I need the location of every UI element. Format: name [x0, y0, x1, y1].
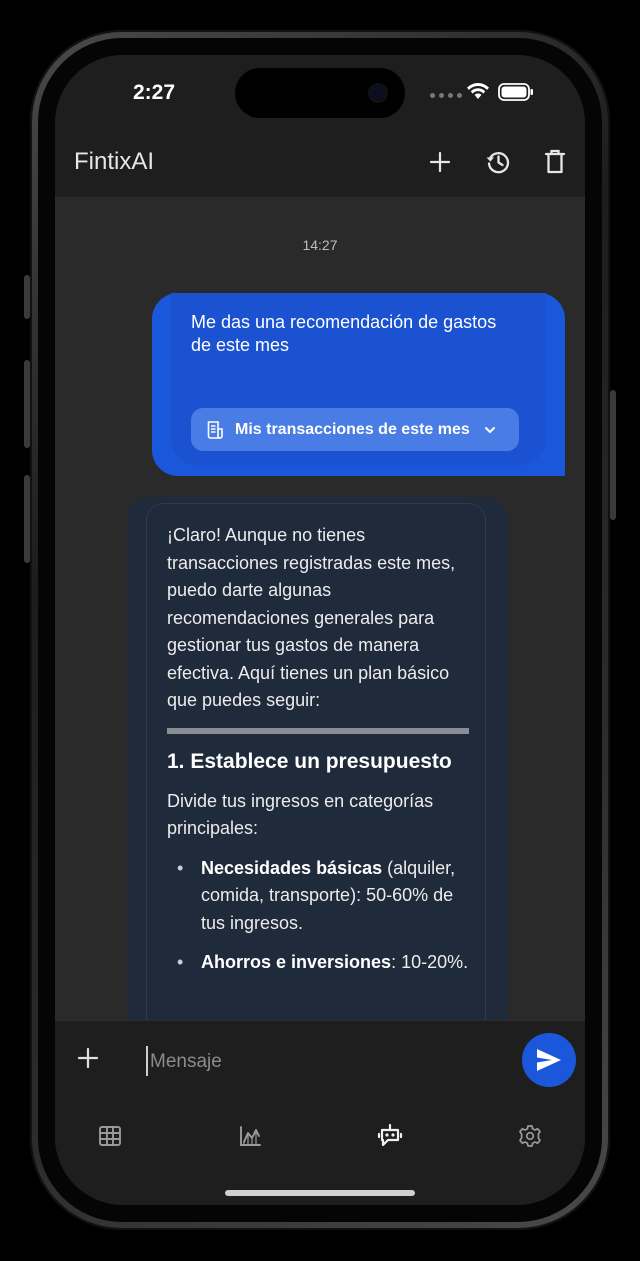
- list-item-bold: Ahorros e inversiones: [201, 952, 392, 972]
- receipt-icon: [207, 420, 223, 439]
- nav-settings-icon[interactable]: [515, 1121, 545, 1151]
- bottom-navigation: [55, 1098, 585, 1205]
- home-indicator[interactable]: [225, 1190, 415, 1196]
- bot-intro-text: ¡Claro! Aunque no tienes transacciones r…: [167, 525, 456, 710]
- transactions-attachment-chip[interactable]: Mis transacciones de este mes: [191, 408, 519, 451]
- bullet-icon: •: [177, 857, 184, 878]
- attachment-label: Mis transacciones de este mes: [235, 420, 470, 438]
- user-message-card: Me das una recomendación de gastos de es…: [171, 293, 546, 465]
- message-input[interactable]: [148, 1043, 512, 1081]
- wifi-icon: [467, 83, 489, 99]
- dynamic-island: [235, 68, 405, 118]
- list-item: • Ahorros e inversiones: 10-20%.: [167, 949, 469, 977]
- send-button[interactable]: [522, 1033, 576, 1087]
- volume-up-button: [24, 360, 30, 448]
- nav-bot-icon[interactable]: [375, 1121, 405, 1151]
- screen: 2:27 FintixAI 14:27 Me das una recomenda…: [55, 55, 585, 1205]
- power-button: [610, 390, 616, 520]
- bot-message-card: ¡Claro! Aunque no tienes transacciones r…: [146, 503, 486, 1020]
- bullet-icon: •: [177, 952, 184, 972]
- user-message-bubble: Me das una recomendación de gastos de es…: [152, 293, 565, 476]
- chat-area[interactable]: 14:27 Me das una recomendación de gastos…: [55, 197, 585, 1020]
- user-message-text: Me das una recomendación de gastos de es…: [191, 312, 497, 355]
- attach-add-icon[interactable]: [77, 1047, 99, 1074]
- app-title: FintixAI: [74, 148, 155, 175]
- list-item-text: : 10-20%.: [391, 952, 469, 972]
- markdown-divider: [167, 727, 469, 734]
- nav-chart-icon[interactable]: [235, 1121, 265, 1151]
- send-icon: [537, 1049, 561, 1071]
- status-time: 2:27: [133, 81, 176, 104]
- trash-icon[interactable]: [540, 147, 570, 177]
- signal-icon: [430, 93, 462, 98]
- nav-table-icon[interactable]: [95, 1121, 125, 1151]
- message-timestamp: 14:27: [302, 237, 338, 253]
- history-icon[interactable]: [483, 147, 513, 177]
- volume-down-button: [24, 475, 30, 563]
- message-composer: [55, 1020, 585, 1099]
- bot-message-content: ¡Claro! Aunque no tienes transacciones r…: [167, 522, 469, 977]
- list-item: • Necesidades básicas (alquiler, comida,…: [167, 855, 469, 938]
- app-bar: FintixAI: [55, 145, 585, 197]
- bot-message-bubble: ¡Claro! Aunque no tienes transacciones r…: [127, 497, 508, 1020]
- status-bar: 2:27: [55, 55, 585, 145]
- list-item-bold: Necesidades básicas: [201, 857, 383, 878]
- action-button: [24, 275, 30, 319]
- bot-heading: 1. Establece un presupuesto: [167, 749, 452, 773]
- bot-paragraph: Divide tus ingresos en categorías princi…: [167, 790, 434, 839]
- battery-icon: [498, 83, 533, 101]
- camera-icon: [370, 85, 386, 101]
- chevron-down-icon: [484, 426, 496, 434]
- add-icon[interactable]: [425, 147, 455, 177]
